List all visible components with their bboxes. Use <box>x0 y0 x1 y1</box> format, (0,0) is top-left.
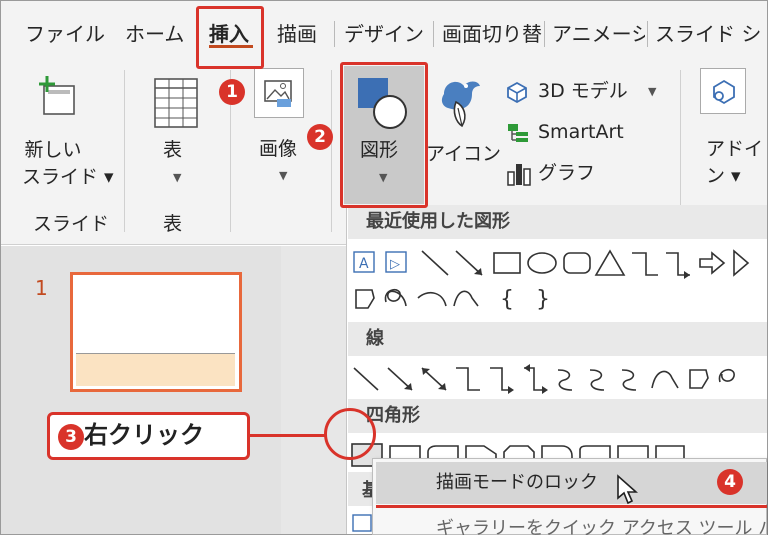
new-slide-icon <box>39 76 75 115</box>
table-button[interactable]: 表 ▼ <box>148 74 210 194</box>
tab-separator <box>647 21 648 47</box>
recent-shapes-row-1[interactable]: A ▷ <box>350 247 760 279</box>
3d-model-label: 3D モデル <box>538 80 628 102</box>
section-recent-shapes: 最近使用した図形 <box>348 205 767 239</box>
image-label: 画像 <box>259 138 298 160</box>
menu-item-highlight-underline <box>376 505 767 508</box>
step-badge-3: 3 <box>58 424 84 450</box>
group-label-slides: スライド <box>33 213 110 235</box>
new-slide-label-line1: 新しい <box>24 139 82 161</box>
callout-text: 右クリック <box>84 421 204 449</box>
mouse-pointer-icon <box>617 474 638 505</box>
tab-animations[interactable]: アニメーシ <box>552 20 645 48</box>
tab-home[interactable]: ホーム <box>125 20 184 48</box>
textbox-shape-icon[interactable] <box>350 512 374 534</box>
lines-shapes-row[interactable] <box>350 362 760 394</box>
group-separator <box>124 70 125 232</box>
tab-file[interactable]: ファイル <box>25 20 105 48</box>
add-gallery-to-qat-label: ギャラリーをクイック アクセス ツール バ <box>436 518 767 535</box>
svg-text:{: { <box>500 287 514 312</box>
slide-footer-shape <box>76 353 235 386</box>
tab-slideshow[interactable]: スライド シ <box>655 20 765 48</box>
chart-icon <box>507 164 531 186</box>
new-slide-label-line2: スライド ▾ <box>22 166 114 188</box>
chevron-down-icon: ▼ <box>173 171 182 184</box>
step-badge-2: 2 <box>307 124 333 150</box>
callout-connector-line <box>250 434 326 437</box>
section-lines: 線 <box>348 322 767 356</box>
slide-thumbnail[interactable] <box>70 272 242 392</box>
menu-item-add-gallery-to-qat[interactable]: ギャラリーをクイック アクセス ツール バ <box>376 510 767 535</box>
chart-label: グラフ <box>538 162 596 184</box>
chevron-down-icon: ▼ <box>279 169 288 182</box>
tab-separator <box>334 21 335 47</box>
tab-transitions[interactable]: 画面切り替 <box>442 20 542 48</box>
bird-icon <box>441 81 480 128</box>
highlight-shapes-button <box>340 62 428 208</box>
addins-button[interactable]: アドイ ン ▾ <box>694 68 764 188</box>
addins-label-line2: ン ▾ <box>706 165 741 187</box>
table-label: 表 <box>163 139 183 161</box>
slide-number: 1 <box>35 276 48 300</box>
ribbon-tab-bar: ファイル ホーム 挿入 描画 デザイン 画面切り替 アニメーシ スライド シ <box>1 1 767 53</box>
group-separator <box>331 70 332 232</box>
group-label-table: 表 <box>163 213 183 235</box>
lock-drawing-mode-label: 描画モードのロック <box>436 472 598 493</box>
image-icon-frame <box>254 68 304 118</box>
chevron-down-icon: ▼ <box>648 85 657 98</box>
svg-text:A: A <box>359 256 369 272</box>
tab-design[interactable]: デザイン <box>344 20 424 48</box>
tab-draw[interactable]: 描画 <box>277 20 317 48</box>
new-slide-button[interactable]: 新しい スライド ▾ <box>18 74 114 194</box>
3d-model-button[interactable]: 3D モデル ▼ <box>506 78 666 106</box>
step-badge-1: 1 <box>219 79 245 105</box>
tab-separator <box>544 21 545 47</box>
icons-button[interactable]: アイコン <box>426 70 501 180</box>
image-icon <box>264 80 292 107</box>
smartart-label: SmartArt <box>538 121 624 143</box>
section-rectangles: 四角形 <box>348 399 767 433</box>
highlight-rectangle-shape-circle <box>324 408 376 460</box>
svg-text:▷: ▷ <box>390 257 400 272</box>
smartart-button[interactable]: SmartArt <box>506 119 646 147</box>
recent-shapes-row-2[interactable]: { } <box>350 282 760 314</box>
cube-icon <box>507 81 527 103</box>
highlight-insert-tab <box>196 6 264 69</box>
table-icon <box>154 78 198 128</box>
addins-icon-frame <box>700 68 746 114</box>
addins-icon <box>713 79 735 105</box>
tab-separator <box>433 21 434 47</box>
chart-button[interactable]: グラフ <box>506 160 606 188</box>
step-badge-4: 4 <box>717 469 743 495</box>
smartart-icon <box>508 124 528 142</box>
addins-label-line1: アドイ <box>706 138 764 160</box>
icons-label: アイコン <box>426 143 502 165</box>
svg-text:}: } <box>536 287 550 312</box>
